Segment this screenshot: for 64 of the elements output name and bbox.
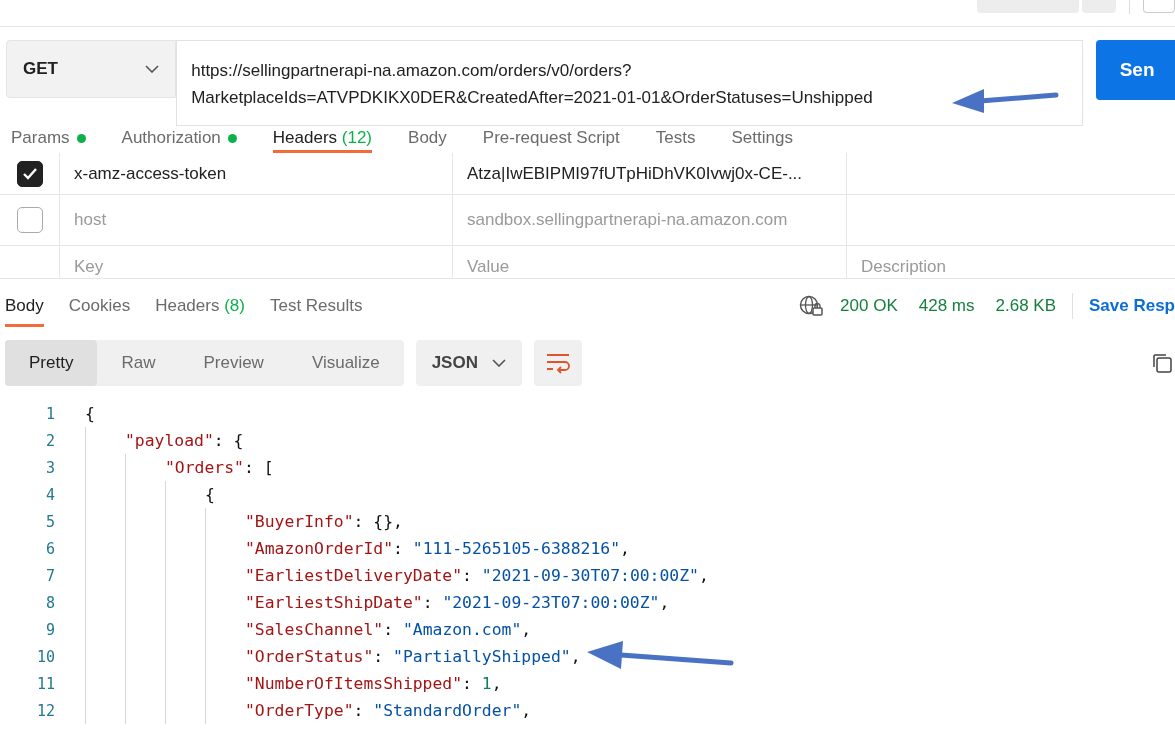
response-tab[interactable]: Test Results	[269, 288, 363, 327]
request-tab[interactable]: Authorization	[121, 126, 237, 153]
description-field[interactable]: Description	[861, 257, 947, 277]
format-dropdown[interactable]: JSON	[415, 340, 522, 386]
code-line: "SalesChannel": "Amazon.com",	[245, 620, 532, 639]
line-number: 12	[35, 701, 55, 720]
method-dropdown[interactable]: GET	[6, 40, 177, 98]
response-tab[interactable]: Body	[5, 288, 44, 327]
header-value[interactable]: sandbox.sellingpartnerapi-na.amazon.com	[467, 210, 788, 230]
request-tab[interactable]: Pre-request Script	[482, 126, 620, 153]
request-tab[interactable]: Tests	[655, 126, 696, 153]
code-line: "OrderStatus": "PartiallyShipped",	[245, 647, 581, 666]
response-size: 2.68 KB	[995, 296, 1056, 316]
line-number: 10	[35, 647, 55, 666]
code-line: {	[85, 404, 95, 423]
line-number: 1	[44, 404, 55, 423]
line-number: 6	[44, 539, 55, 558]
header-key[interactable]: x-amz-access-token	[74, 163, 227, 184]
code-line: "BuyerInfo": {},	[245, 512, 403, 531]
checkbox[interactable]	[16, 160, 43, 187]
wrap-lines-icon	[544, 352, 571, 374]
line-number: 8	[44, 593, 55, 612]
code-line: "OrderType": "StandardOrder",	[245, 701, 532, 720]
url-field[interactable]: https://sellingpartnerapi-na.amazon.com/orders/v0/orders?MarketplaceIds=ATVPDKIKX0DER&CreatedAfter=2021-01-01&OrderStatuses=Unshipped	[176, 40, 1083, 126]
code-line: "EarliestDeliveryDate": "2021-09-30T07:00:00Z",	[245, 566, 709, 585]
globe-lock-icon	[799, 295, 824, 317]
line-number: 5	[44, 512, 55, 531]
line-number: 4	[44, 485, 55, 504]
view-mode-tab[interactable]: Preview	[179, 340, 288, 386]
request-tab[interactable]: Headers (12)	[272, 126, 373, 153]
toolbar-button[interactable]	[1143, 0, 1175, 13]
view-mode-tab[interactable]: Raw	[97, 340, 180, 386]
caret-icon	[145, 65, 160, 73]
checkbox[interactable]	[16, 207, 43, 233]
code-line: "EarliestShipDate": "2021-09-23T07:00:00Z",	[245, 593, 670, 612]
line-number: 11	[35, 674, 55, 693]
code-line: "AmazonOrderId": "111-5265105-6388216",	[245, 539, 630, 558]
header-key[interactable]: host	[74, 210, 107, 230]
copy-icon[interactable]	[1151, 352, 1173, 374]
wrap-button[interactable]	[533, 340, 582, 386]
request-tab[interactable]: Settings	[731, 126, 793, 153]
status-code: 200 OK	[840, 296, 898, 316]
response-tab[interactable]: Headers (8)	[155, 288, 245, 327]
view-mode-tab[interactable]: Visualize	[287, 340, 404, 386]
code-line: "payload": {	[125, 431, 244, 450]
line-number: 2	[44, 431, 55, 450]
key-field[interactable]: Key	[74, 257, 104, 277]
code-line: {	[205, 485, 215, 504]
view-mode-tab[interactable]: Pretty	[5, 340, 98, 386]
line-number: 3	[44, 458, 55, 477]
save-response-link[interactable]: Save Resp	[1089, 296, 1175, 316]
header-value[interactable]: Atza|IwEBIPMI97fUTpHiDhVK0Ivwj0x-CE-...	[467, 163, 803, 184]
request-tab[interactable]: Body	[408, 126, 447, 153]
line-number: 9	[44, 620, 55, 639]
checkmark-icon	[21, 166, 38, 181]
request-tab[interactable]: Params	[11, 126, 86, 153]
response-time: 428 ms	[918, 296, 975, 316]
caret-icon	[491, 359, 506, 367]
code-line: "NumberOfItemsShipped": 1,	[245, 674, 502, 693]
send-button[interactable]: Sen	[1095, 40, 1175, 100]
line-number: 7	[44, 566, 55, 585]
code-line: "Orders": [	[165, 458, 274, 477]
value-field[interactable]: Value	[467, 257, 510, 277]
response-tab[interactable]: Cookies	[68, 288, 131, 327]
